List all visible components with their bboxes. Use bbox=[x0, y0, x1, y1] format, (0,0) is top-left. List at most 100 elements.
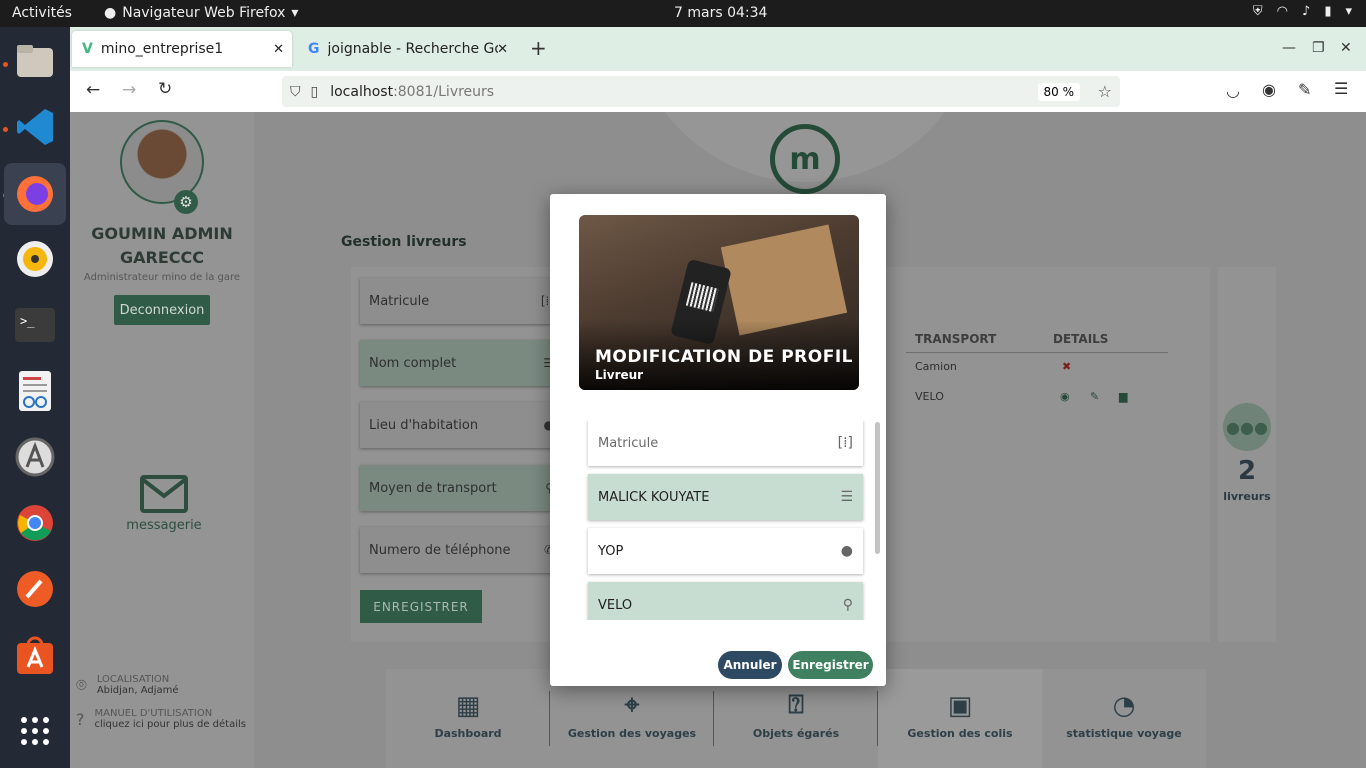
livreurs-table-card bbox=[880, 267, 1210, 642]
modal-transport-field[interactable]: VELO ⚲ bbox=[588, 582, 863, 620]
page-content: ⚙ GOUMIN ADMIN GARECCC Administrateur mi… bbox=[70, 112, 1366, 768]
field-value: VELO bbox=[598, 597, 633, 613]
id-icon: [⁞] bbox=[837, 435, 853, 451]
menu-icon[interactable]: ☰ bbox=[1334, 79, 1348, 98]
hero-image: MODIFICATION DE PROFIL Livreur bbox=[579, 215, 859, 390]
field-label: Numero de téléphone bbox=[369, 542, 511, 558]
close-window-button[interactable]: ✕ bbox=[1340, 40, 1352, 56]
back-icon[interactable]: ← bbox=[86, 80, 100, 100]
close-icon[interactable]: ✕ bbox=[273, 42, 284, 57]
modal-scrollbar[interactable] bbox=[875, 422, 880, 554]
clock[interactable]: 7 mars 04:34 bbox=[674, 5, 767, 21]
nav-statistique[interactable]: ◔ statistique voyage bbox=[1042, 669, 1206, 768]
map-pin-icon: ● bbox=[840, 543, 853, 559]
terminal-icon[interactable]: >_ bbox=[11, 301, 59, 349]
edit-profile-modal: MODIFICATION DE PROFIL Livreur Matricule… bbox=[550, 194, 886, 686]
reload-icon[interactable]: ↻ bbox=[158, 79, 172, 99]
tab-mino[interactable]: V mino_entreprise1 ✕ bbox=[72, 31, 292, 67]
matricule-field[interactable]: Matricule [⁞] bbox=[360, 278, 560, 324]
browser-tab-bar: V mino_entreprise1 ✕ G joignable - Reche… bbox=[70, 27, 1366, 71]
messaging-link[interactable]: messagerie bbox=[126, 474, 202, 533]
nom-field[interactable]: Nom complet ☰ bbox=[360, 340, 560, 386]
software-center-icon[interactable] bbox=[11, 631, 59, 679]
dock: >_ bbox=[0, 27, 70, 768]
running-indicator bbox=[3, 127, 8, 132]
section-title: Gestion livreurs bbox=[341, 234, 467, 250]
field-label: Nom complet bbox=[369, 355, 457, 371]
wifi-icon[interactable]: ◠ bbox=[1277, 4, 1288, 19]
save-livreur-button[interactable]: ENREGISTRER bbox=[360, 590, 482, 623]
new-tab-button[interactable]: + bbox=[530, 36, 547, 60]
table-cell: VELO bbox=[915, 390, 944, 403]
table-header: TRANSPORT bbox=[915, 332, 997, 346]
files-icon[interactable] bbox=[11, 37, 59, 85]
rhythmbox-icon[interactable] bbox=[11, 235, 59, 283]
activities-button[interactable]: Activités bbox=[12, 5, 72, 21]
modal-matricule-field[interactable]: Matricule [⁞] bbox=[588, 420, 863, 466]
admin-role: Administrateur mino de la gare bbox=[83, 272, 241, 283]
firefox-icon[interactable] bbox=[4, 163, 66, 225]
brand-logo: m bbox=[770, 124, 840, 194]
tab-label: joignable - Recherche Go bbox=[327, 41, 498, 57]
cancel-button[interactable]: Annuler bbox=[718, 651, 782, 679]
postman-icon[interactable] bbox=[11, 565, 59, 613]
chart-icon: ◔ bbox=[1112, 691, 1136, 721]
view-icon[interactable]: ◉ bbox=[1060, 390, 1070, 403]
document-viewer-icon[interactable] bbox=[11, 367, 59, 415]
lieu-field[interactable]: Lieu d'habitation ● bbox=[360, 402, 560, 448]
location-value: Abidjan, Adjamé bbox=[96, 685, 179, 696]
close-icon[interactable]: ✕ bbox=[497, 42, 508, 57]
modal-nom-field[interactable]: MALICK KOUYATE ☰ bbox=[588, 474, 863, 520]
nav-label: Gestion des colis bbox=[907, 727, 1013, 740]
stat-card bbox=[1218, 267, 1276, 642]
account-icon[interactable]: ◉ bbox=[1262, 80, 1276, 99]
maximize-button[interactable]: ❐ bbox=[1312, 40, 1325, 56]
software-updater-icon[interactable] bbox=[11, 433, 59, 481]
user-remove-icon[interactable]: ✖ bbox=[1062, 360, 1071, 373]
nav-dashboard[interactable]: ▦ Dashboard bbox=[386, 669, 550, 768]
chrome-icon[interactable] bbox=[11, 499, 59, 547]
table-cell: Camion bbox=[915, 360, 957, 373]
url-host: localhost bbox=[330, 83, 394, 100]
tab-google[interactable]: G joignable - Recherche Go ✕ bbox=[298, 31, 508, 67]
minimize-button[interactable]: — bbox=[1282, 40, 1296, 56]
location-pin-icon: ⌾ bbox=[76, 674, 87, 696]
volume-icon[interactable]: ♪ bbox=[1302, 4, 1310, 19]
pocket-icon[interactable]: ◡ bbox=[1226, 81, 1240, 100]
nav-label: Objets égarés bbox=[752, 727, 840, 740]
save-button[interactable]: Enregistrer bbox=[788, 651, 873, 679]
bookmark-star-icon[interactable]: ☆ bbox=[1098, 82, 1112, 101]
shield-icon[interactable]: ⛉ bbox=[290, 84, 301, 100]
manual-value: cliquez ici pour plus de détails bbox=[94, 719, 247, 730]
manual-link[interactable]: ? MANUEL D'UTILISATION cliquez ici pour p… bbox=[76, 708, 246, 730]
bike-icon: ⚲ bbox=[842, 597, 853, 613]
delete-icon[interactable]: ▆ bbox=[1119, 390, 1127, 403]
extension-icon[interactable]: ✎ bbox=[1298, 80, 1311, 99]
show-apps-icon[interactable] bbox=[11, 707, 59, 755]
nav-colis[interactable]: ▣ Gestion des colis bbox=[878, 669, 1042, 768]
vscode-icon[interactable] bbox=[11, 103, 59, 151]
url-bar[interactable]: ⛉ ▯ localhost :8081/Livreurs 80 % ☆ bbox=[282, 76, 1120, 107]
google-icon: G bbox=[308, 41, 320, 57]
zoom-level[interactable]: 80 % bbox=[1037, 82, 1080, 101]
app-menu[interactable]: ● Navigateur Web Firefox ▾ bbox=[104, 5, 298, 21]
gear-icon[interactable]: ⚙ bbox=[174, 190, 198, 214]
dashboard-icon: ▦ bbox=[455, 691, 481, 721]
battery-icon[interactable]: ▮ bbox=[1324, 4, 1331, 19]
transport-field[interactable]: Moyen de transport⚲ bbox=[360, 465, 560, 511]
parcel-illustration bbox=[720, 224, 848, 336]
vue-icon: V bbox=[82, 41, 93, 57]
help-icon: ? bbox=[76, 709, 85, 729]
manual-label: MANUEL D'UTILISATION bbox=[94, 708, 213, 719]
modal-form-scroll[interactable]: Matricule [⁞] MALICK KOUYATE ☰ YOP ● VELO ⚲ bbox=[550, 420, 886, 620]
shield-icon[interactable]: ⛨ bbox=[1253, 4, 1263, 19]
admin-name: GOUMIN ADMIN GARECCC bbox=[91, 224, 233, 267]
system-tray[interactable]: ⛨ ◠ ♪ ▮ ▾ bbox=[1253, 4, 1352, 19]
edit-icon[interactable]: ✎ bbox=[1090, 390, 1099, 403]
logout-button[interactable]: Deconnexion bbox=[114, 295, 210, 325]
forward-icon[interactable]: → bbox=[122, 80, 136, 100]
modal-lieu-field[interactable]: YOP ● bbox=[588, 528, 863, 574]
phone-field[interactable]: Numero de téléphone ✆ bbox=[360, 527, 560, 573]
chevron-down-icon[interactable]: ▾ bbox=[1345, 4, 1352, 19]
livreurs-label: livreurs bbox=[1223, 490, 1271, 503]
